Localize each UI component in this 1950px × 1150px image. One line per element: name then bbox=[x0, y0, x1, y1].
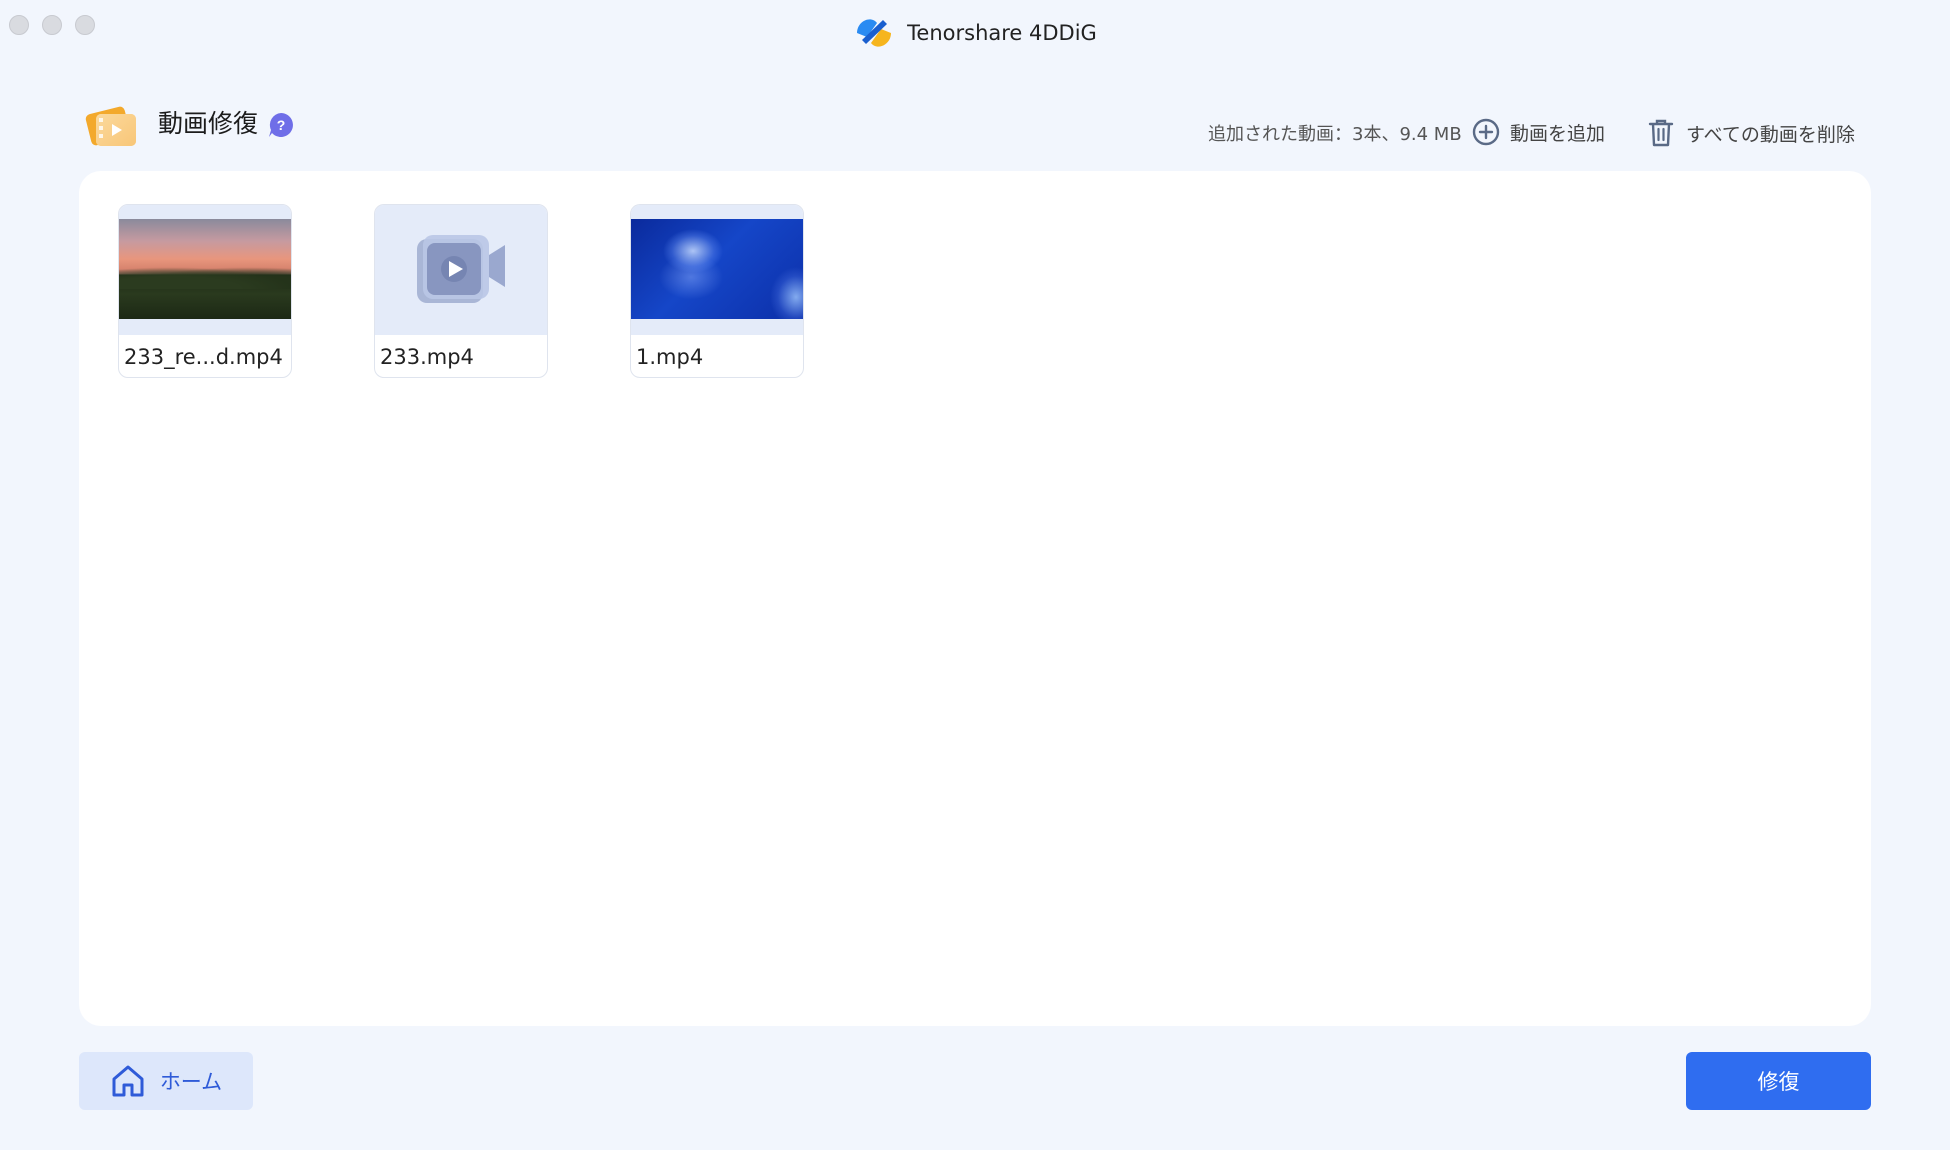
question-icon[interactable]: ? bbox=[267, 111, 295, 139]
video-list-panel: 233_re...d.mp4 233.mp4 1.mp4 bbox=[79, 171, 1871, 1026]
video-file-name: 1.mp4 bbox=[636, 345, 704, 369]
app-window: Tenorshare 4DDiG 動画修復 ? 追加された動画：3本、9.4 M… bbox=[0, 0, 1950, 1150]
plus-circle-icon bbox=[1472, 118, 1500, 146]
video-repair-icon bbox=[85, 106, 136, 146]
video-card[interactable]: 233.mp4 bbox=[374, 204, 548, 378]
added-videos-summary: 追加された動画：3本、9.4 MB bbox=[1208, 124, 1462, 145]
video-thumbnail bbox=[119, 205, 291, 335]
home-label: ホーム bbox=[159, 1070, 223, 1094]
video-thumbnail bbox=[375, 205, 547, 335]
app-title: Tenorshare 4DDiG bbox=[907, 21, 1097, 45]
video-file-name: 233_re...d.mp4 bbox=[124, 345, 283, 369]
title-bar: Tenorshare 4DDiG bbox=[0, 10, 1950, 56]
add-video-label: 動画を追加 bbox=[1510, 122, 1606, 145]
delete-all-videos-button[interactable]: すべての動画を削除 bbox=[1648, 118, 1855, 148]
page-title: 動画修復 bbox=[158, 109, 259, 138]
video-file-name: 233.mp4 bbox=[380, 345, 474, 369]
svg-text:?: ? bbox=[277, 117, 286, 133]
tenorshare-logo-icon bbox=[857, 19, 892, 47]
delete-all-videos-label: すべての動画を削除 bbox=[1686, 123, 1855, 146]
home-icon bbox=[112, 1065, 144, 1097]
home-button[interactable]: ホーム bbox=[79, 1052, 253, 1110]
add-video-button[interactable]: 動画を追加 bbox=[1472, 118, 1605, 146]
repair-label: 修復 bbox=[1757, 1070, 1800, 1094]
trash-icon bbox=[1648, 119, 1674, 147]
video-card[interactable]: 233_re...d.mp4 bbox=[118, 204, 292, 378]
video-placeholder-icon bbox=[417, 235, 505, 303]
repair-button[interactable]: 修復 bbox=[1686, 1052, 1871, 1110]
video-thumbnail bbox=[631, 205, 803, 335]
jellyfish-thumbnail-image bbox=[631, 219, 803, 319]
sunset-thumbnail-image bbox=[119, 219, 291, 319]
video-card[interactable]: 1.mp4 bbox=[630, 204, 804, 378]
